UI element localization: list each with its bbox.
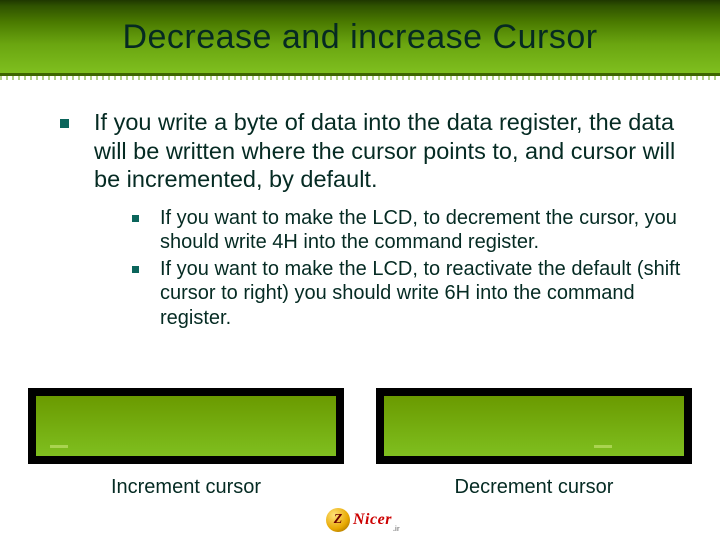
lcd-display-decrement xyxy=(376,388,692,464)
footer-logo: Nicer .ir xyxy=(326,504,394,536)
caption-decrement: Decrement cursor xyxy=(376,476,692,499)
lcd-decrement-column: Decrement cursor xyxy=(376,388,692,499)
logo-brand: Nicer xyxy=(353,512,392,528)
bullet-level2-item: If you want to make the LCD, to reactiva… xyxy=(130,257,692,330)
lcd-display-increment xyxy=(28,388,344,464)
bullet-level1-text: If you write a byte of data into the dat… xyxy=(94,109,675,192)
bullet-list-level1: If you write a byte of data into the dat… xyxy=(58,108,692,330)
bullet-list-level2: If you want to make the LCD, to decremen… xyxy=(94,206,692,330)
lcd-screen xyxy=(384,396,684,456)
bullet-level1-item: If you write a byte of data into the dat… xyxy=(58,108,692,330)
logo-suffix: .ir xyxy=(393,526,400,536)
slide: Decrease and increase Cursor If you writ… xyxy=(0,0,720,540)
logo-badge-icon xyxy=(326,508,350,532)
lcd-increment-column: Increment cursor xyxy=(28,388,344,499)
caption-increment: Increment cursor xyxy=(28,476,344,499)
lcd-screen xyxy=(36,396,336,456)
slide-title: Decrease and increase Cursor xyxy=(122,20,597,54)
title-band: Decrease and increase Cursor xyxy=(0,0,720,76)
cursor-mark xyxy=(50,445,68,448)
bullet-level2-item: If you want to make the LCD, to decremen… xyxy=(130,206,692,255)
title-separator xyxy=(0,76,720,80)
cursor-mark xyxy=(594,445,612,448)
lcd-row: Increment cursor Decrement cursor xyxy=(28,388,692,499)
content-area: If you write a byte of data into the dat… xyxy=(58,108,692,338)
